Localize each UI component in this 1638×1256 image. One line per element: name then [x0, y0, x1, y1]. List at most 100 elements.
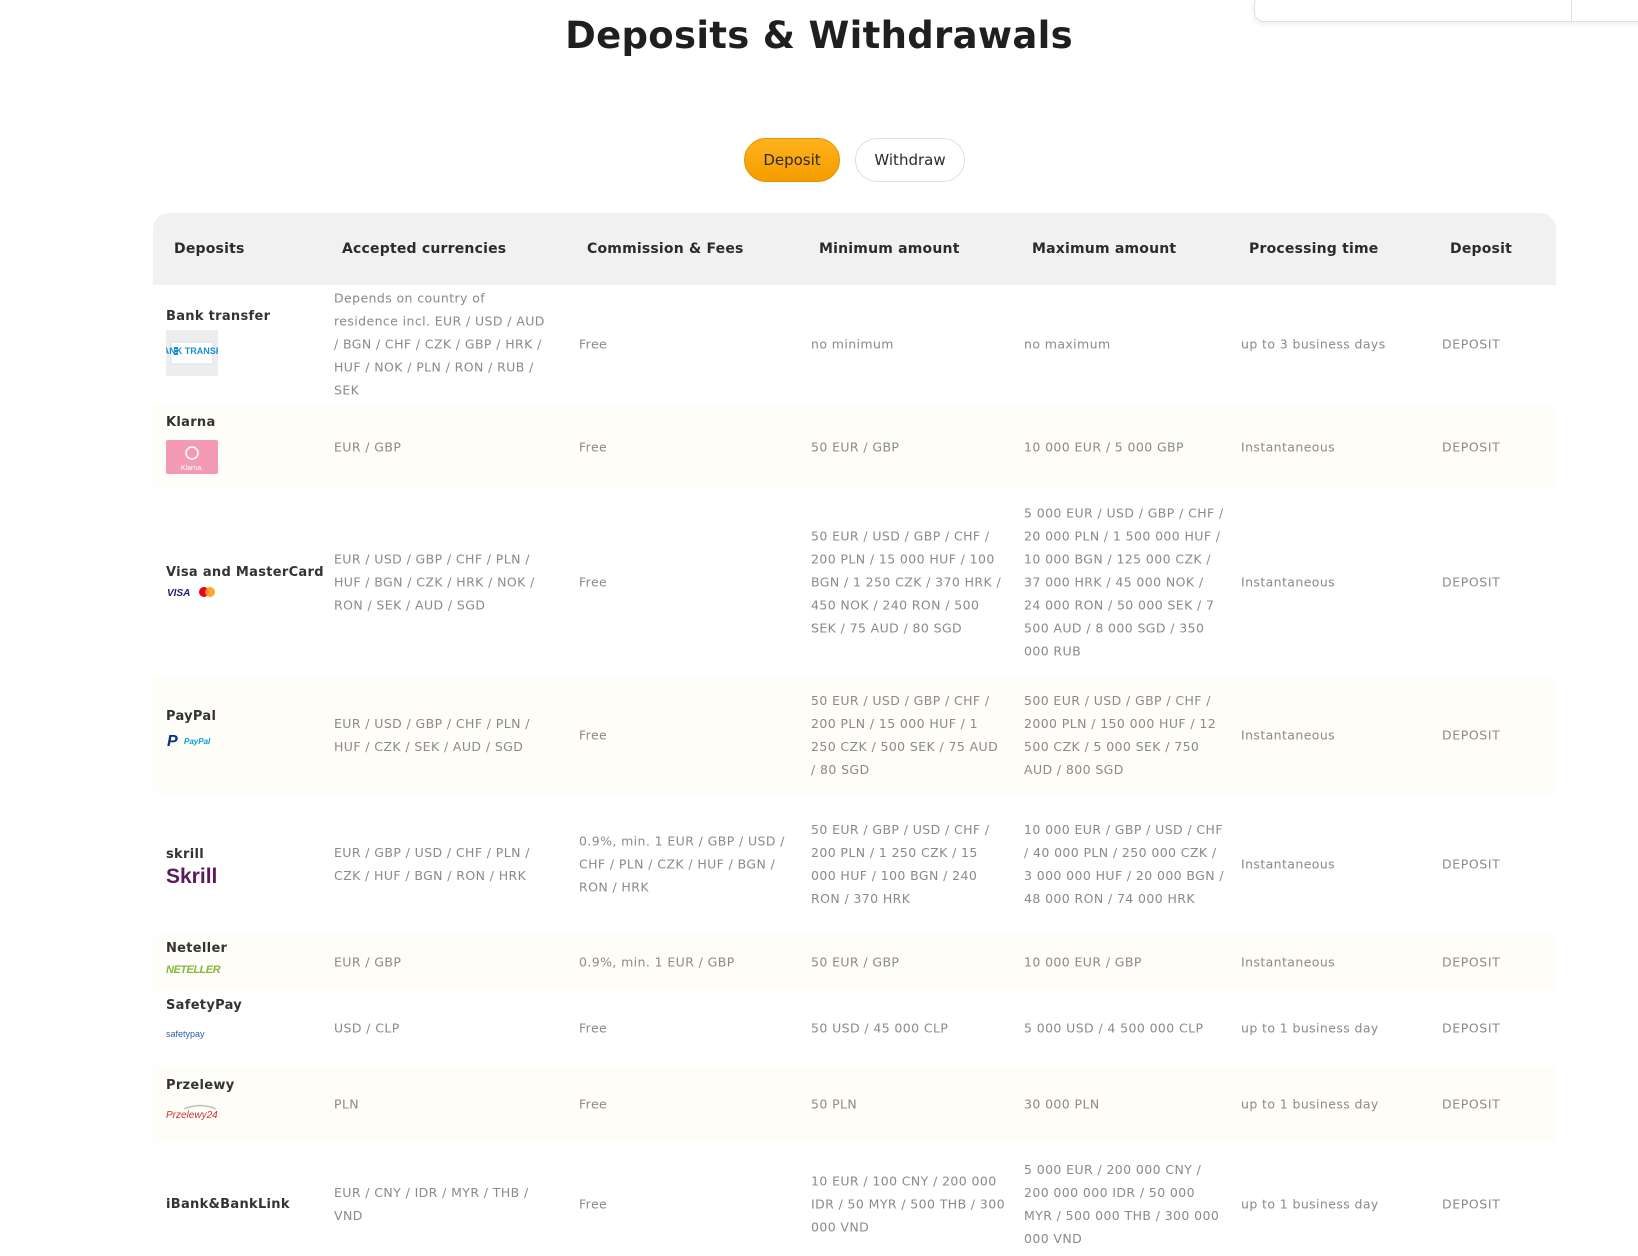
maximum-amount: 5 000 EUR / 200 000 CNY / 200 000 000 ID… — [1024, 1162, 1220, 1246]
processing-time: Instantaneous — [1241, 574, 1336, 590]
accepted-currencies: EUR / GBP — [334, 954, 402, 970]
commission-fees: 0.9%, min. 1 EUR / GBP / USD / CHF / PLN… — [579, 833, 785, 895]
svg-text:NETELLER: NETELLER — [166, 964, 221, 976]
deposit-link[interactable]: DEPOSIT — [1442, 440, 1500, 455]
deposit-link[interactable]: DEPOSIT — [1442, 1021, 1500, 1036]
accepted-currencies: EUR / USD / GBP / CHF / PLN / HUF / CZK … — [334, 716, 530, 754]
method-name: Klarna — [166, 415, 216, 430]
accepted-currencies: Depends on country of residence incl. EU… — [334, 290, 545, 398]
maximum-amount: no maximum — [1024, 336, 1111, 352]
maximum-amount: 5 000 USD / 4 500 000 CLP — [1024, 1020, 1204, 1036]
table-row: Klarna Klarna. EUR / GBP Free 50 EUR / G… — [153, 405, 1556, 489]
accepted-currencies: EUR / CNY / IDR / MYR / THB / VND — [334, 1185, 529, 1223]
table-row: PayPal P PayPal EUR / USD / GBP / CHF / … — [153, 677, 1556, 794]
commission-fees: Free — [579, 1096, 608, 1112]
processing-time: Instantaneous — [1241, 439, 1336, 455]
minimum-amount: 50 EUR / USD / GBP / CHF / 200 PLN / 15 … — [811, 528, 1002, 636]
minimum-amount: 50 USD / 45 000 CLP — [811, 1020, 949, 1036]
minimum-amount: 50 PLN — [811, 1096, 858, 1112]
commission-fees: Free — [579, 727, 608, 743]
commission-fees: Free — [579, 336, 608, 352]
paypal-logo: P PayPal — [166, 731, 218, 753]
minimum-amount: no minimum — [811, 336, 894, 352]
maximum-amount: 500 EUR / USD / GBP / CHF / 2000 PLN / 1… — [1024, 693, 1217, 777]
table-row: SafetyPay safetypay USD / CLP Free 50 US… — [153, 990, 1556, 1066]
processing-time: Instantaneous — [1241, 856, 1336, 872]
svg-text:Klarna.: Klarna. — [181, 465, 203, 472]
commission-fees: Free — [579, 574, 608, 590]
minimum-amount: 50 EUR / GBP / USD / CHF / 200 PLN / 1 2… — [811, 822, 990, 906]
accepted-currencies: EUR / USD / GBP / CHF / PLN / HUF / BGN … — [334, 551, 535, 613]
method-name: iBank&BankLink — [166, 1197, 290, 1212]
processing-time: Instantaneous — [1241, 727, 1336, 743]
przelewy24-logo: Przelewy24 — [166, 1103, 222, 1125]
tab-deposit[interactable]: Deposit — [744, 138, 840, 182]
commission-fees: Free — [579, 439, 608, 455]
method-name: Neteller — [166, 941, 228, 956]
header-maximum-amount: Maximum amount — [1032, 241, 1177, 257]
processing-time: up to 1 business day — [1241, 1020, 1379, 1036]
minimum-amount: 10 EUR / 100 CNY / 200 000 IDR / 50 MYR … — [811, 1173, 1005, 1235]
accepted-currencies: PLN — [334, 1096, 360, 1112]
deposit-link[interactable]: DEPOSIT — [1442, 857, 1500, 872]
accepted-currencies: EUR / GBP — [334, 439, 402, 455]
maximum-amount: 5 000 EUR / USD / GBP / CHF / 20 000 PLN… — [1024, 505, 1224, 659]
table-header: Deposits Accepted currencies Commission … — [153, 213, 1556, 285]
skrill-logo: Skrill — [166, 863, 226, 891]
neteller-logo: NETELLER — [166, 961, 222, 980]
svg-text:VISA: VISA — [167, 588, 190, 599]
maximum-amount: 10 000 EUR / GBP — [1024, 954, 1142, 970]
maximum-amount: 10 000 EUR / GBP / USD / CHF / 40 000 PL… — [1024, 822, 1224, 906]
deposit-link[interactable]: DEPOSIT — [1442, 955, 1500, 970]
table-row: skrill Skrill EUR / GBP / USD / CHF / PL… — [153, 794, 1556, 934]
processing-time: up to 1 business day — [1241, 1096, 1379, 1112]
visa-mastercard-logo: VISA — [166, 584, 218, 603]
commission-fees: Free — [579, 1196, 608, 1212]
method-name: Bank transfer — [166, 309, 271, 324]
table-row: Bank transfer BANK TRANSFER Depends on c… — [153, 285, 1556, 405]
svg-text:P: P — [167, 733, 178, 749]
table-row: Przelewy Przelewy24 PLN Free 50 PLN 30 0… — [153, 1066, 1556, 1142]
accepted-currencies: USD / CLP — [334, 1020, 400, 1036]
method-name: Visa and MasterCard — [166, 565, 324, 580]
maximum-amount: 10 000 EUR / 5 000 GBP — [1024, 439, 1184, 455]
safetypay-logo: safetypay — [166, 1026, 222, 1045]
svg-text:safetypay: safetypay — [166, 1029, 205, 1039]
processing-time: up to 1 business day — [1241, 1196, 1379, 1212]
header-accepted-currencies: Accepted currencies — [342, 241, 507, 257]
minimum-amount: 50 EUR / GBP — [811, 954, 900, 970]
table-row: Visa and MasterCard VISA EUR / USD / GBP… — [153, 489, 1556, 677]
deposit-link[interactable]: DEPOSIT — [1442, 575, 1500, 590]
bank-transfer-logo: BANK TRANSFER — [156, 330, 234, 380]
maximum-amount: 30 000 PLN — [1024, 1096, 1100, 1112]
processing-time: up to 3 business days — [1241, 336, 1386, 352]
klarna-logo: Klarna. — [166, 440, 218, 478]
header-deposits: Deposits — [174, 241, 245, 257]
deposit-link[interactable]: DEPOSIT — [1442, 1197, 1500, 1212]
tab-withdraw[interactable]: Withdraw — [855, 138, 965, 182]
minimum-amount: 50 EUR / GBP — [811, 439, 900, 455]
deposit-link[interactable]: DEPOSIT — [1442, 728, 1500, 743]
method-name: SafetyPay — [166, 998, 243, 1013]
method-name: skrill — [166, 847, 204, 862]
svg-text:PayPal: PayPal — [184, 737, 211, 746]
payment-methods-table: Deposits Accepted currencies Commission … — [153, 213, 1556, 1256]
commission-fees: Free — [579, 1020, 608, 1036]
method-name: PayPal — [166, 709, 217, 724]
page-title: Deposits & Withdrawals — [565, 14, 1073, 57]
svg-text:BANK TRANSFER: BANK TRANSFER — [166, 346, 218, 356]
table-row: iBank&BankLink EUR / CNY / IDR / MYR / T… — [153, 1142, 1556, 1256]
header-minimum-amount: Minimum amount — [819, 241, 960, 257]
table-row: Neteller NETELLER EUR / GBP 0.9%, min. 1… — [153, 934, 1556, 990]
accepted-currencies: EUR / GBP / USD / CHF / PLN / CZK / HUF … — [334, 845, 530, 883]
method-name: Przelewy — [166, 1078, 235, 1093]
minimum-amount: 50 EUR / USD / GBP / CHF / 200 PLN / 15 … — [811, 693, 999, 777]
processing-time: Instantaneous — [1241, 954, 1336, 970]
svg-text:Przelewy24: Przelewy24 — [166, 1110, 218, 1121]
header-deposit: Deposit — [1450, 241, 1512, 257]
deposit-link[interactable]: DEPOSIT — [1442, 1097, 1500, 1112]
svg-text:Skrill: Skrill — [166, 865, 217, 887]
header-commission-fees: Commission & Fees — [587, 241, 744, 257]
deposit-link[interactable]: DEPOSIT — [1442, 337, 1500, 352]
header-processing-time: Processing time — [1249, 241, 1379, 257]
